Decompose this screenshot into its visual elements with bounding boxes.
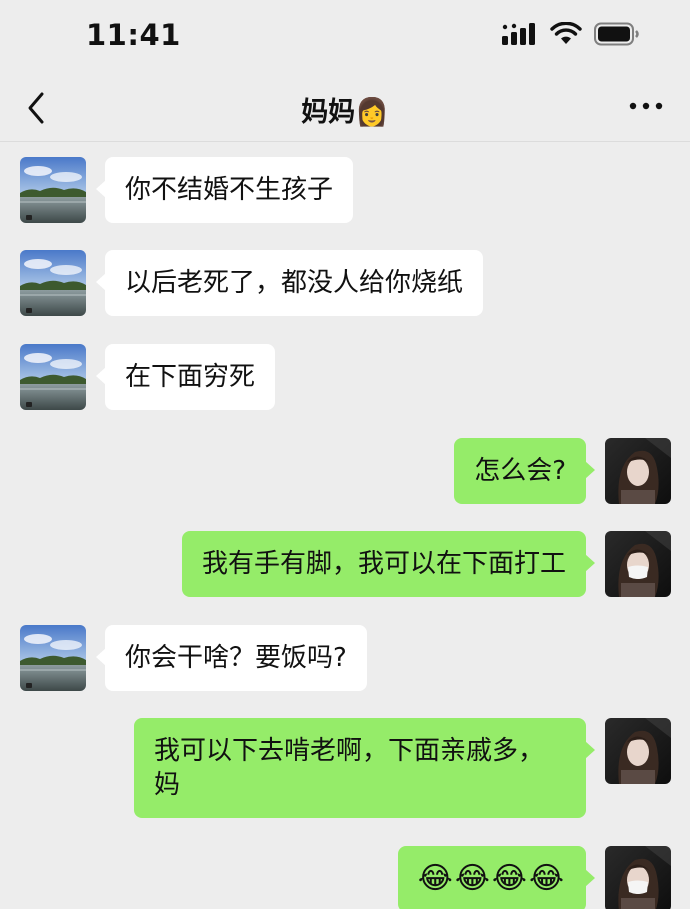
status-time: 11:41	[86, 18, 181, 52]
more-button[interactable]	[628, 98, 664, 112]
my-avatar[interactable]	[605, 718, 671, 784]
signal-icon	[502, 23, 538, 49]
lake-photo-avatar	[20, 625, 86, 691]
selfie-photo-avatar	[605, 531, 671, 597]
message-bubble-incoming[interactable]: 你会干啥？要饭吗?	[96, 625, 367, 691]
message-bubble-outgoing-emoji[interactable]: 😂😂😂😂	[397, 846, 596, 909]
mom-avatar[interactable]	[20, 625, 86, 691]
lake-photo-avatar	[20, 344, 86, 410]
message-bubble-incoming[interactable]: 在下面穷死	[95, 344, 276, 410]
mom-avatar[interactable]	[20, 157, 86, 223]
nav-bar: 妈妈👩	[0, 72, 690, 142]
my-avatar[interactable]	[605, 531, 671, 597]
selfie-photo-avatar	[605, 438, 671, 504]
wifi-icon	[550, 21, 582, 50]
battery-icon	[594, 22, 640, 50]
message-bubble-outgoing[interactable]: 怎么会?	[454, 438, 595, 504]
my-avatar[interactable]	[605, 846, 671, 909]
message-bubble-outgoing[interactable]: 我有手有脚，我可以在下面打工	[181, 531, 596, 597]
mom-avatar[interactable]	[20, 344, 86, 410]
mom-avatar[interactable]	[20, 250, 86, 316]
woman-emoji-icon: 👩	[355, 97, 389, 128]
status-bar: 11:41	[0, 0, 690, 72]
lake-photo-avatar	[20, 157, 86, 223]
chat-title: 妈妈👩	[0, 90, 690, 129]
message-bubble-incoming[interactable]: 你不结婚不生孩子	[95, 157, 354, 223]
chat-title-text: 妈妈	[301, 97, 356, 128]
message-bubble-incoming[interactable]: 以后老死了，都没人给你烧纸	[95, 250, 484, 316]
more-icon	[629, 102, 663, 110]
message-bubble-outgoing[interactable]: 我可以下去啃老啊，下面亲戚多，妈	[134, 718, 595, 818]
my-avatar[interactable]	[605, 438, 671, 504]
selfie-photo-avatar	[605, 846, 671, 909]
lake-photo-avatar	[20, 250, 86, 316]
status-icons	[502, 21, 640, 50]
selfie-photo-avatar	[605, 718, 671, 784]
